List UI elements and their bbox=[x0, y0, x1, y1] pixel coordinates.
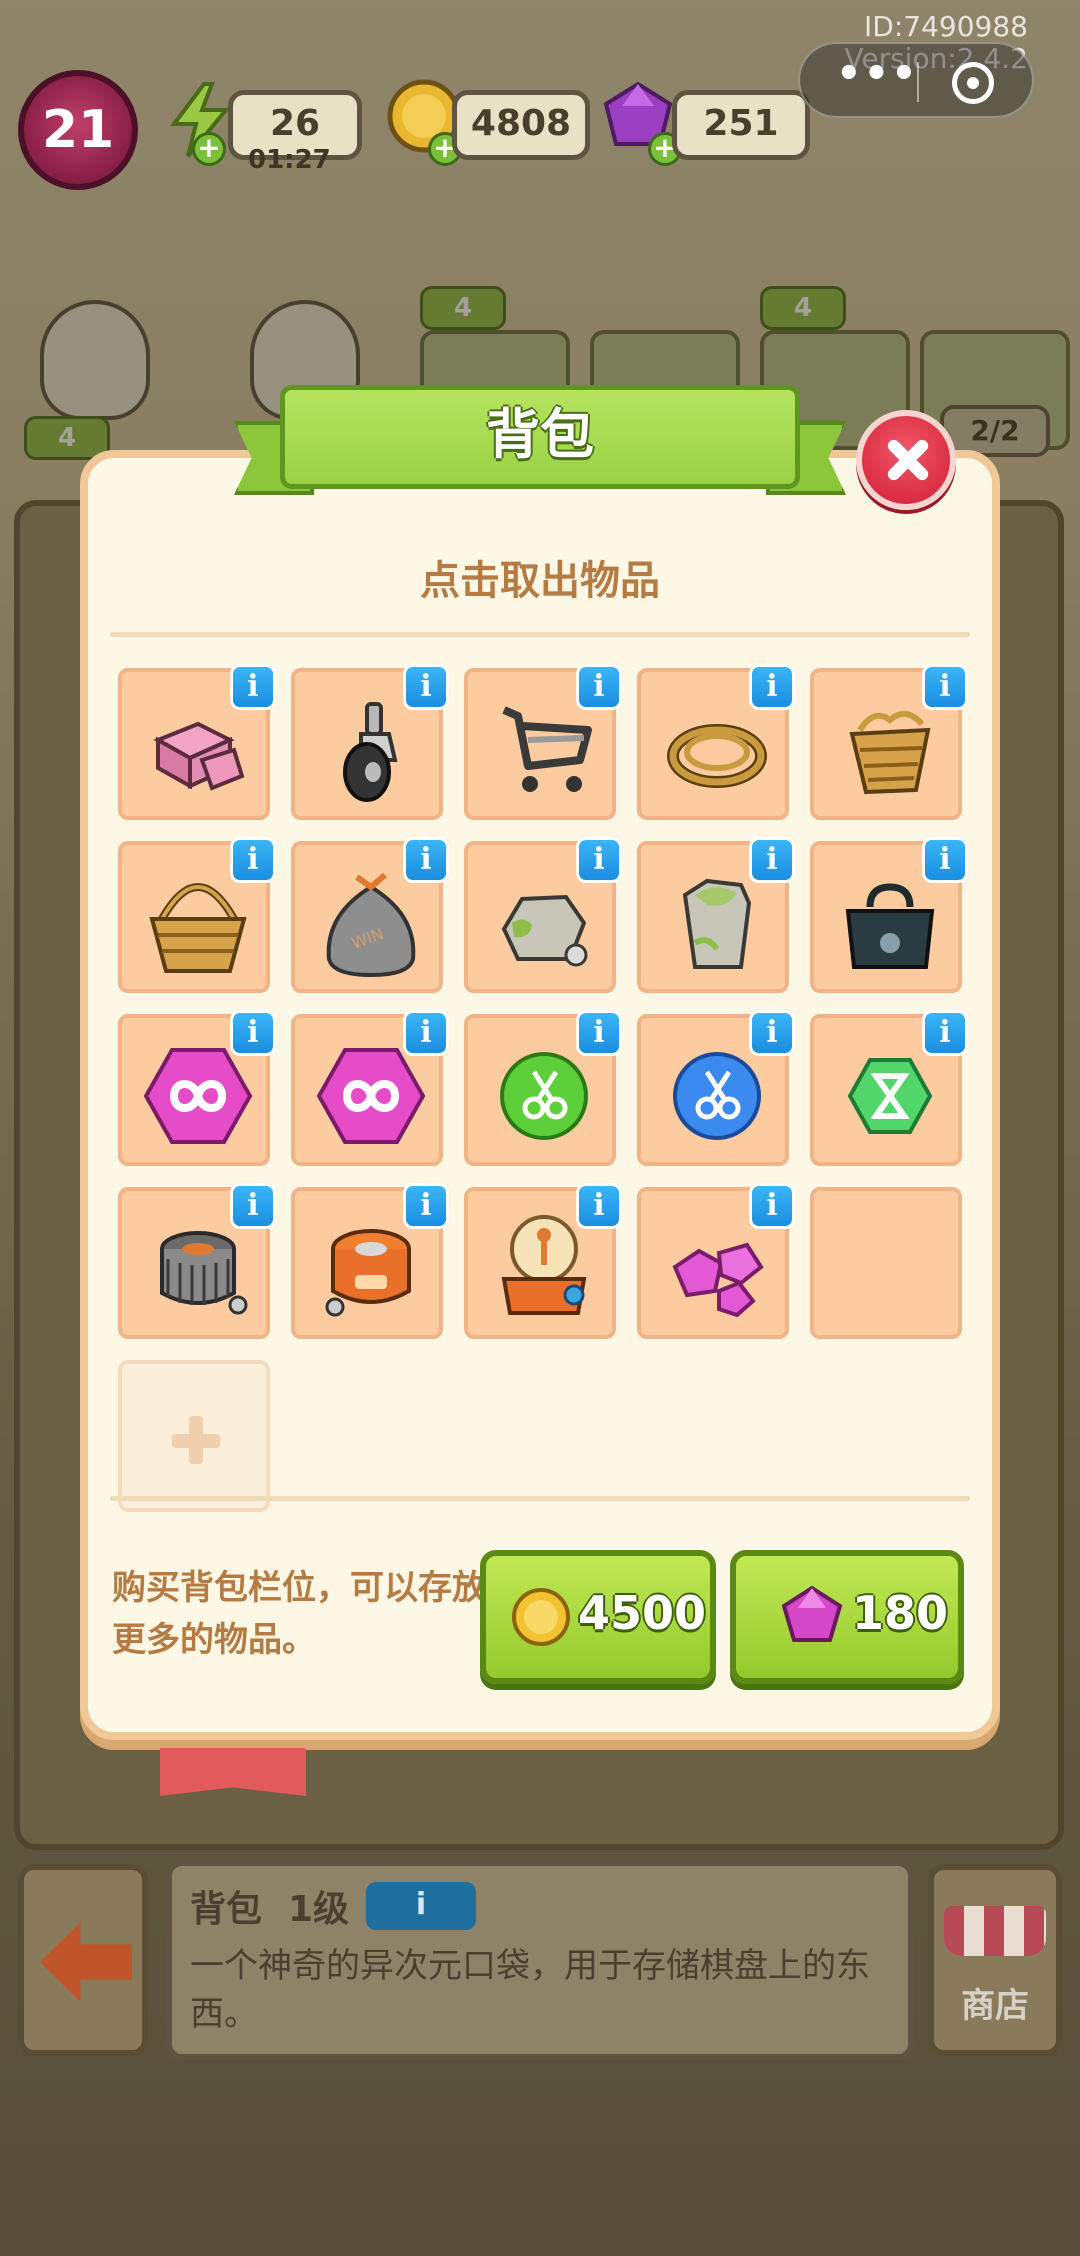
backpack-slot[interactable]: i bbox=[464, 1010, 622, 1166]
item-info-button[interactable]: i bbox=[922, 1010, 968, 1056]
backpack-slot[interactable]: i bbox=[810, 1010, 968, 1166]
backpack-slot[interactable]: i bbox=[637, 837, 795, 993]
backpack-slot[interactable]: i bbox=[464, 837, 622, 993]
divider-bottom bbox=[110, 1496, 970, 1501]
item-info-button[interactable]: i bbox=[403, 664, 449, 710]
backpack-slot-empty[interactable] bbox=[810, 1187, 962, 1339]
gem-counter: 251 bbox=[672, 90, 810, 160]
more-menu-button[interactable]: ••• bbox=[836, 44, 917, 120]
modal-title-ribbon: 背包 bbox=[234, 385, 846, 505]
backpack-slot[interactable]: i bbox=[464, 664, 622, 820]
backpack-grid: i i i i i i WIN i i i i i i i i i i i i … bbox=[118, 664, 968, 1518]
backpack-slot[interactable]: i bbox=[637, 664, 795, 820]
backpack-slot[interactable]: i bbox=[291, 1010, 449, 1166]
buy-slot-description: 购买背包栏位，可以存放更多的物品。 bbox=[112, 1568, 486, 1660]
capsule-divider bbox=[917, 62, 919, 102]
item-info-pill-button[interactable]: i bbox=[366, 1882, 476, 1930]
item-info-button[interactable]: i bbox=[403, 1010, 449, 1056]
item-info-button[interactable]: i bbox=[230, 1183, 276, 1229]
item-info-panel: 背包 1级 i 一个神奇的异次元口袋，用于存储棋盘上的东西。 bbox=[166, 1860, 914, 2060]
backpack-slot[interactable]: i bbox=[118, 1183, 276, 1339]
gem-price: 180 bbox=[852, 1586, 949, 1640]
miniprogram-close-button[interactable] bbox=[952, 62, 994, 104]
item-info-button[interactable]: i bbox=[749, 1183, 795, 1229]
shop-label: 商店 bbox=[961, 1986, 1029, 2026]
item-info-button[interactable]: i bbox=[403, 837, 449, 883]
exit-arrow-icon bbox=[40, 1922, 132, 2002]
coin-icon bbox=[512, 1588, 570, 1646]
item-info-button[interactable]: i bbox=[576, 837, 622, 883]
coin-counter: 4808 bbox=[452, 90, 590, 160]
item-level: 1级 bbox=[288, 1889, 350, 1930]
buy-slot-gems-button[interactable]: 180 bbox=[730, 1550, 964, 1684]
shop-button[interactable]: 商店 bbox=[928, 1864, 1062, 2056]
backpack-slot[interactable]: i bbox=[118, 1010, 276, 1166]
shop-awning-icon bbox=[944, 1906, 1046, 1956]
modal-subtitle: 点击取出物品 bbox=[420, 558, 660, 604]
item-info-button[interactable]: i bbox=[230, 1010, 276, 1056]
backpack-slot[interactable]: i bbox=[464, 1183, 622, 1339]
item-info-button[interactable]: i bbox=[230, 837, 276, 883]
coin-price: 4500 bbox=[578, 1586, 707, 1640]
buy-slot-coins-button[interactable]: 4500 bbox=[480, 1550, 716, 1684]
energy-add-icon[interactable]: + bbox=[192, 132, 226, 166]
add-plus-icon-vertical bbox=[189, 1416, 203, 1464]
modal-title: 背包 bbox=[486, 403, 594, 466]
gem-value: 251 bbox=[703, 103, 779, 144]
item-info-button[interactable]: i bbox=[230, 664, 276, 710]
backpack-slot[interactable]: i bbox=[291, 664, 449, 820]
item-info-button[interactable]: i bbox=[576, 1183, 622, 1229]
player-level-badge[interactable]: 21 bbox=[18, 70, 138, 190]
backpack-slot[interactable]: i bbox=[810, 664, 968, 820]
backpack-slot[interactable]: i bbox=[291, 1183, 449, 1339]
item-info-button[interactable]: i bbox=[922, 664, 968, 710]
item-info-button[interactable]: i bbox=[749, 837, 795, 883]
backpack-slot[interactable]: i bbox=[118, 664, 276, 820]
player-level: 21 bbox=[41, 100, 115, 160]
add-slot-button[interactable] bbox=[118, 1360, 270, 1512]
item-info-button[interactable]: i bbox=[749, 664, 795, 710]
back-button[interactable] bbox=[18, 1864, 148, 2056]
backpack-slot[interactable]: i bbox=[637, 1183, 795, 1339]
item-info-button[interactable]: i bbox=[922, 837, 968, 883]
backpack-slot[interactable]: i bbox=[118, 837, 276, 993]
energy-timer: 01:27 bbox=[248, 145, 331, 175]
item-info-button[interactable]: i bbox=[576, 1010, 622, 1056]
backpack-slot[interactable]: i bbox=[637, 1010, 795, 1166]
item-description: 一个神奇的异次元口袋，用于存储棋盘上的东西。 bbox=[190, 1946, 870, 2034]
item-info-button[interactable]: i bbox=[403, 1183, 449, 1229]
item-name: 背包 bbox=[190, 1889, 263, 1930]
energy-value: 26 bbox=[269, 103, 321, 144]
user-id-label: ID:7490988 bbox=[864, 10, 1028, 43]
gem-icon bbox=[781, 1585, 843, 1642]
item-info-button[interactable]: i bbox=[576, 664, 622, 710]
miniprogram-capsule: ••• bbox=[798, 42, 1034, 118]
backpack-slot[interactable]: i bbox=[810, 837, 968, 993]
coin-value: 4808 bbox=[470, 103, 572, 144]
modal-close-button[interactable] bbox=[856, 410, 956, 510]
divider-top bbox=[110, 632, 970, 637]
item-info-button[interactable]: i bbox=[749, 1010, 795, 1056]
backpack-slot[interactable]: WIN i bbox=[291, 837, 449, 993]
